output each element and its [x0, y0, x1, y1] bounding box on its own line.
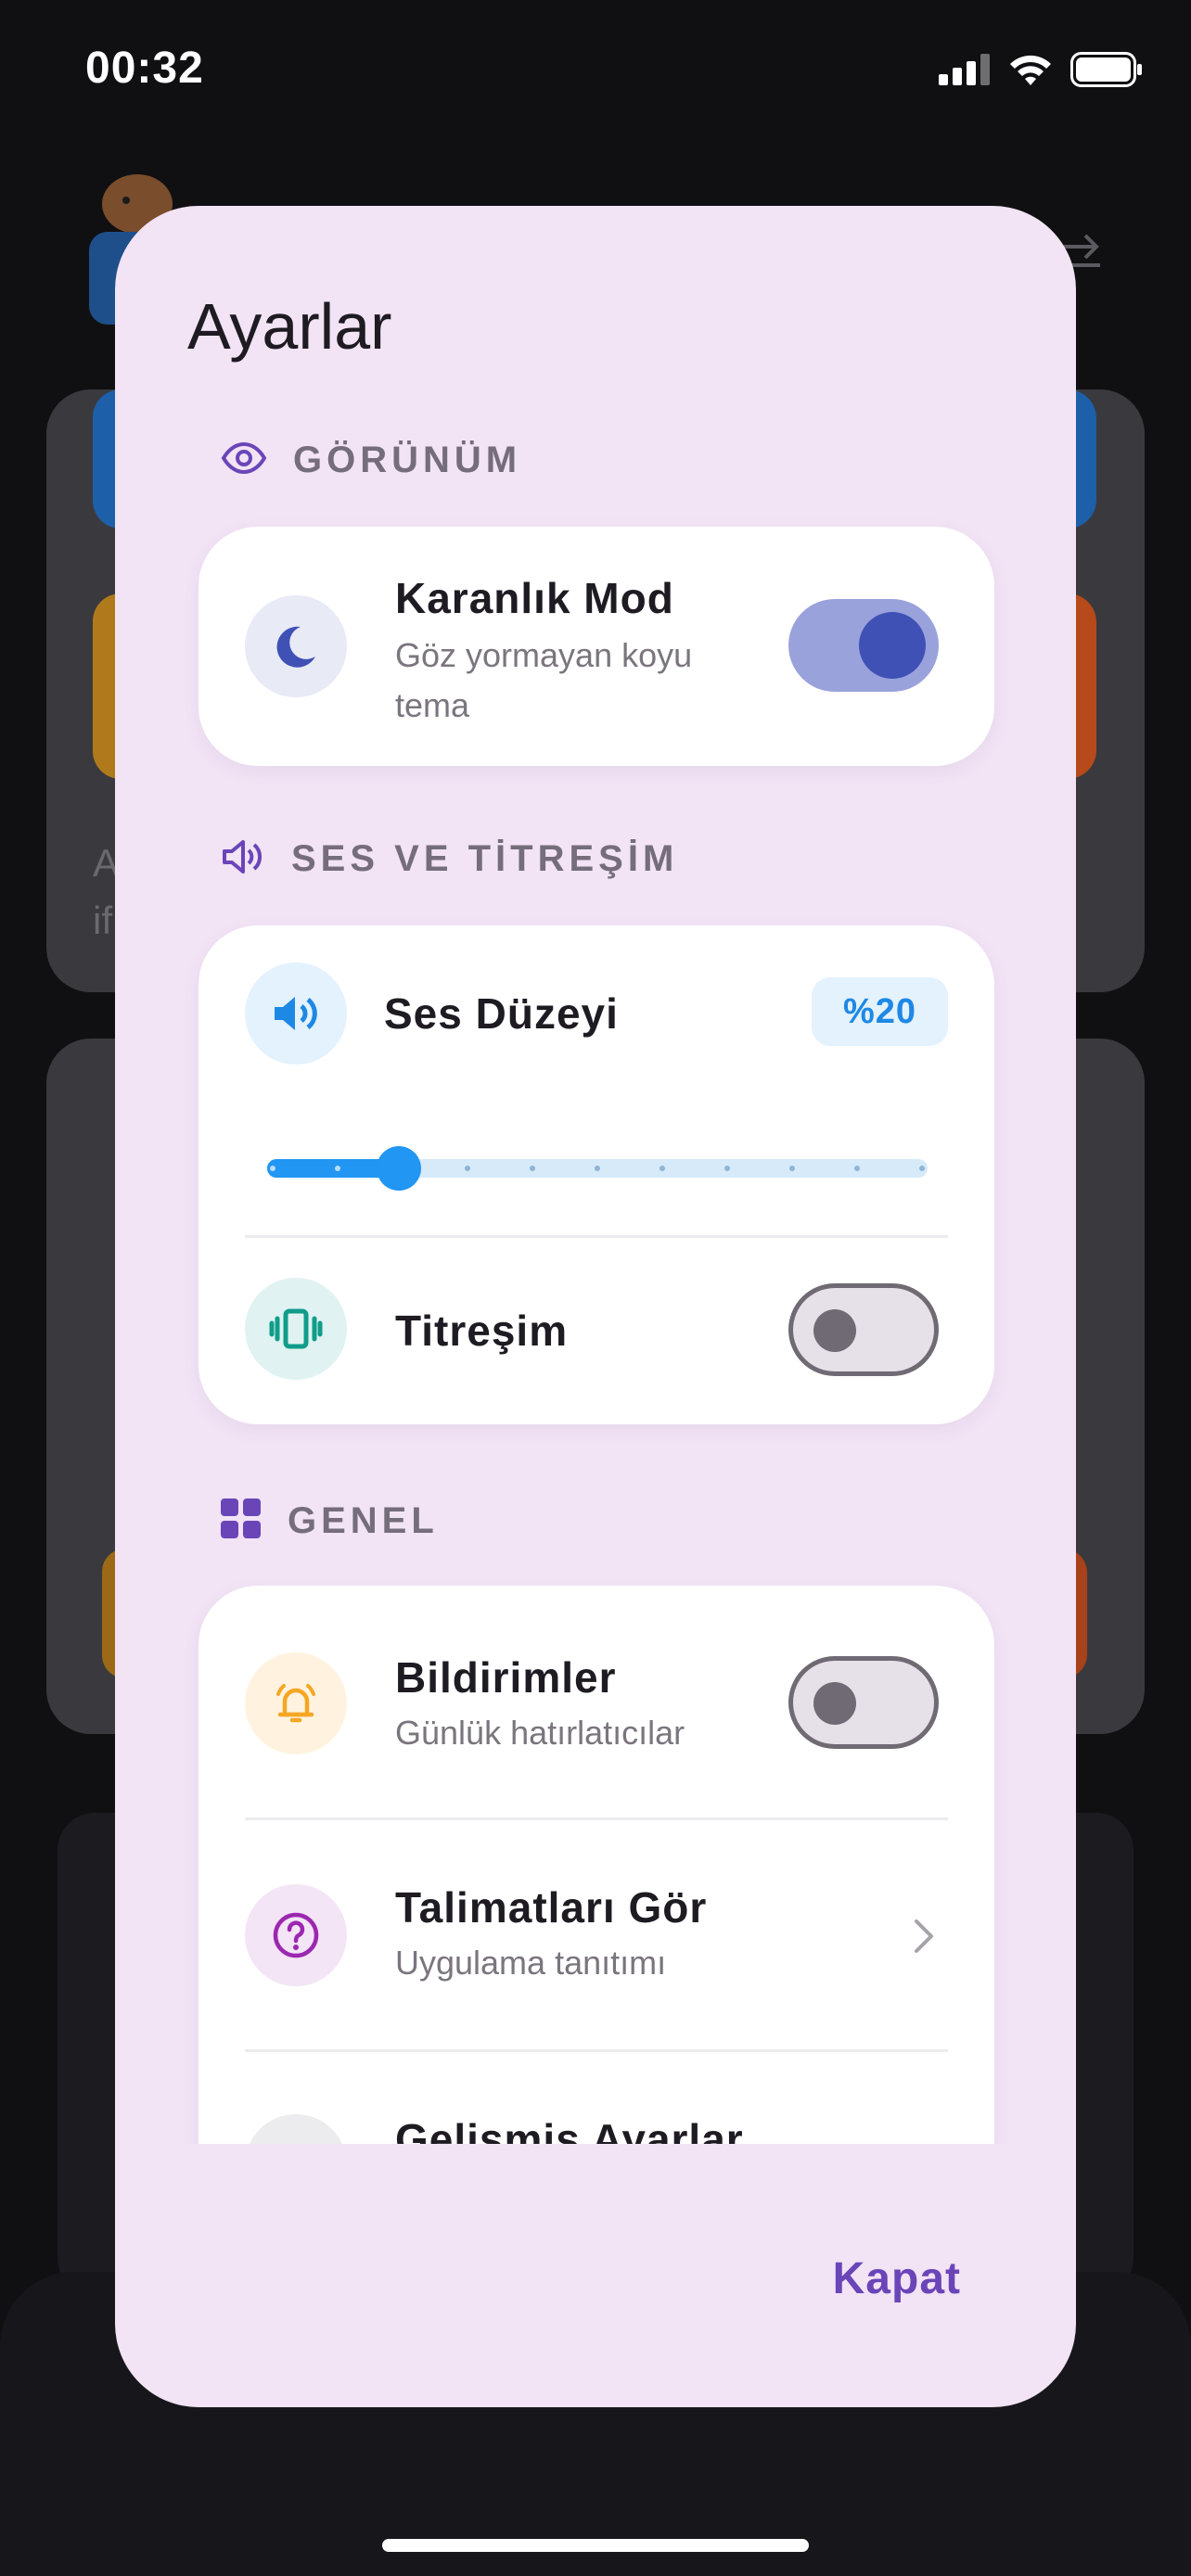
settings-dialog: Ayarlar GÖRÜNÜM Karanlık Mod Göz yormaya…	[115, 206, 1076, 2407]
instructions-title: Talimatları Gör	[395, 1883, 708, 1932]
speaker-icon	[221, 838, 265, 880]
vibration-title: Titreşim	[395, 1307, 569, 1355]
slider-tick	[530, 1166, 535, 1171]
section-header-general: GENEL	[221, 1498, 439, 1544]
slider-tick	[724, 1166, 730, 1171]
cellular-signal-icon	[939, 54, 991, 90]
battery-icon	[1070, 52, 1143, 92]
dark-mode-title: Karanlık Mod	[395, 574, 674, 622]
general-card: Bildirimler Günlük hatırlatıcılar Talima…	[198, 1586, 994, 2144]
grid-icon	[221, 1498, 262, 1544]
eye-icon	[221, 441, 267, 478]
section-label: GENEL	[288, 1500, 439, 1541]
wifi-icon	[1007, 52, 1054, 92]
volume-slider[interactable]	[267, 1141, 928, 1196]
close-button[interactable]: Kapat	[833, 2253, 961, 2304]
vibration-icon	[245, 1278, 347, 1380]
instructions-row[interactable]: Talimatları Gör Uygulama tanıtımı	[198, 1821, 994, 2049]
slider-tick	[465, 1166, 470, 1171]
bell-icon	[245, 1652, 347, 1754]
toggle-knob	[813, 1309, 856, 1352]
help-circle-icon	[245, 1884, 347, 1986]
section-label: GÖRÜNÜM	[293, 440, 522, 480]
vibration-toggle[interactable]	[788, 1283, 939, 1376]
dialog-title: Ayarlar	[187, 290, 392, 363]
moon-icon	[245, 595, 347, 697]
section-header-appearance: GÖRÜNÜM	[221, 440, 521, 481]
volume-title: Ses Düzeyi	[384, 989, 619, 1038]
notifications-subtitle: Günlük hatırlatıcılar	[395, 1714, 685, 1752]
slider-tick	[595, 1166, 600, 1171]
status-time: 00:32	[85, 44, 204, 93]
slider-tick	[789, 1166, 795, 1171]
status-bar: 00:32	[0, 0, 1191, 139]
notifications-title: Bildirimler	[395, 1653, 617, 1702]
slider-tick	[919, 1166, 925, 1171]
section-label: SES VE TİTREŞİM	[291, 838, 679, 879]
section-header-sound: SES VE TİTREŞİM	[221, 838, 678, 880]
advanced-settings-row[interactable]: Gelişmiş Ayarlar	[198, 2053, 994, 2144]
chevron-right-icon	[913, 1918, 935, 1959]
dark-mode-subtitle: tema	[395, 686, 470, 724]
divider	[245, 1817, 948, 1820]
dark-mode-subtitle: Göz yormayan koyu	[395, 636, 693, 674]
appearance-card: Karanlık Mod Göz yormayan koyu tema	[198, 527, 994, 766]
toggle-knob	[859, 612, 926, 679]
notifications-toggle[interactable]	[788, 1656, 939, 1749]
slider-tick	[270, 1166, 275, 1171]
settings-icon	[245, 2114, 347, 2144]
instructions-subtitle: Uygulama tanıtımı	[395, 1944, 667, 1982]
divider	[245, 2049, 948, 2052]
slider-tick	[854, 1166, 860, 1171]
advanced-settings-title: Gelişmiş Ayarlar	[395, 2115, 744, 2144]
dark-mode-toggle[interactable]	[788, 599, 939, 692]
slider-tick	[660, 1166, 665, 1171]
volume-icon	[245, 963, 347, 1065]
settings-scroll-area[interactable]: GÖRÜNÜM Karanlık Mod Göz yormayan koyu t…	[115, 391, 1076, 2144]
slider-tick	[335, 1166, 340, 1171]
divider	[245, 1235, 948, 1238]
volume-value-badge: %20	[811, 977, 948, 1046]
status-icons	[939, 52, 1143, 92]
home-indicator[interactable]	[382, 2539, 809, 2552]
sound-card: Ses Düzeyi %20 Titreşim	[198, 925, 994, 1424]
background-text: if	[93, 899, 112, 942]
slider-thumb[interactable]	[377, 1146, 422, 1191]
toggle-knob	[813, 1682, 856, 1725]
